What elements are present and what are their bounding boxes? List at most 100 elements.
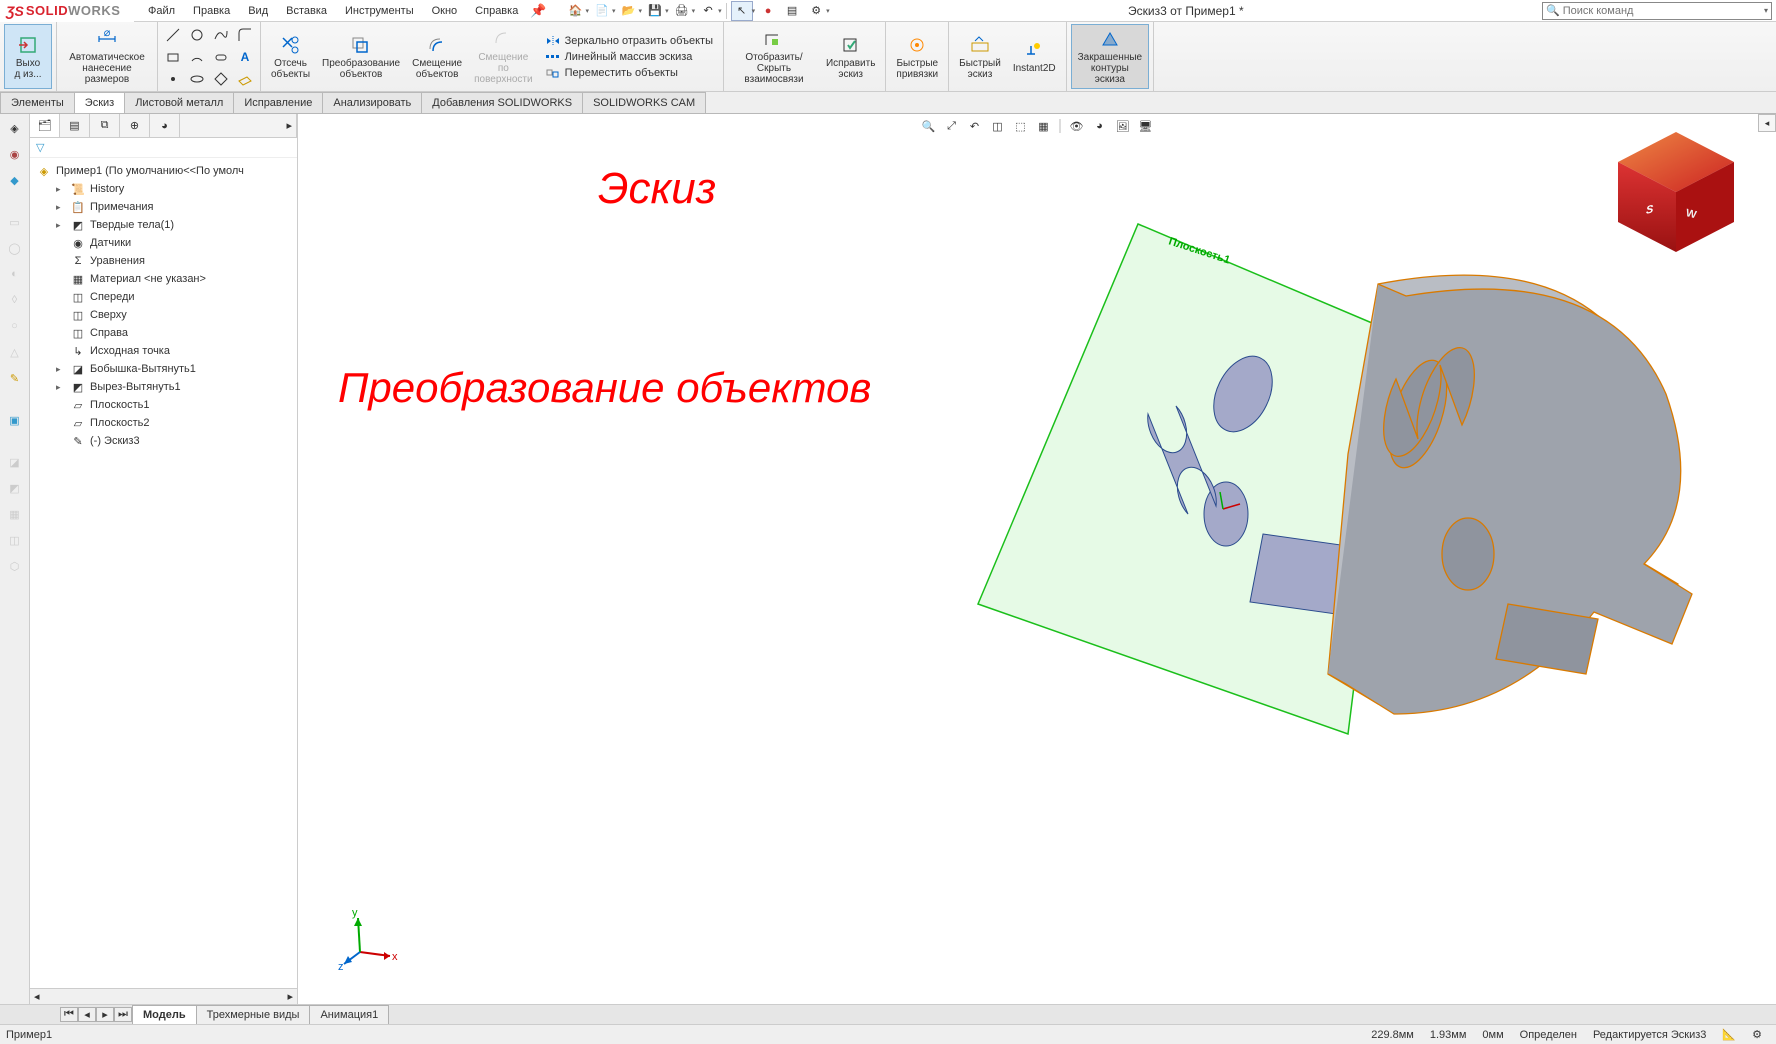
menu-edit[interactable]: Правка bbox=[185, 2, 238, 20]
home-icon[interactable]: 🏠 bbox=[565, 1, 587, 21]
rail-icon-14[interactable]: ▦ bbox=[5, 504, 25, 524]
propertytree-tab[interactable]: ▤ bbox=[60, 114, 90, 137]
view-orient-icon[interactable]: ⬚ bbox=[1011, 116, 1031, 136]
bottom-tab-model[interactable]: Модель bbox=[132, 1005, 197, 1025]
shaded-sketch-button[interactable]: Закрашенные контуры эскиза bbox=[1071, 24, 1149, 89]
linear-pattern-button[interactable]: Линейный массив эскиза bbox=[545, 51, 713, 63]
tab-sheetmetal[interactable]: Листовой металл bbox=[124, 92, 234, 113]
smart-dimension-button[interactable]: ⌀ Автоматическое нанесение размеров bbox=[61, 24, 153, 89]
polygon-tool[interactable] bbox=[210, 69, 232, 89]
search-dropdown-icon[interactable]: ▾ bbox=[1764, 6, 1768, 15]
options-icon[interactable]: ▤ bbox=[781, 1, 803, 21]
offset-entities-button[interactable]: Смещение объектов bbox=[406, 24, 468, 89]
plane-tool[interactable] bbox=[234, 69, 256, 89]
rail-icon-4[interactable]: ▭ bbox=[5, 212, 25, 232]
fillet-tool[interactable] bbox=[234, 25, 256, 45]
arc-tool[interactable] bbox=[186, 47, 208, 67]
hide-panel-icon[interactable]: ◂ bbox=[1758, 114, 1776, 132]
tree-item[interactable]: ✎(-) Эскиз3 bbox=[30, 432, 297, 450]
open-icon[interactable]: 📂 bbox=[618, 1, 640, 21]
menu-file[interactable]: Файл bbox=[140, 2, 183, 20]
tree-item[interactable]: ▱Плоскость2 bbox=[30, 414, 297, 432]
tree-item[interactable]: ▸◩Твердые тела(1) bbox=[30, 216, 297, 234]
feature-tree[interactable]: ◈ Пример1 (По умолчанию<<По умолч ▸📜Hist… bbox=[30, 158, 297, 1004]
tree-root[interactable]: ◈ Пример1 (По умолчанию<<По умолч bbox=[30, 162, 297, 180]
tree-item[interactable]: ▸◪Бобышка-Вытянуть1 bbox=[30, 360, 297, 378]
point-tool[interactable] bbox=[162, 69, 184, 89]
tree-item[interactable]: ◉Датчики bbox=[30, 234, 297, 252]
tab-nav-first[interactable]: ⏮ bbox=[60, 1007, 78, 1022]
display-tab[interactable]: ◕ bbox=[150, 114, 180, 137]
tab-sketch[interactable]: Эскиз bbox=[74, 92, 125, 113]
convert-entities-button[interactable]: Преобразование объектов bbox=[316, 24, 406, 89]
view-settings-icon[interactable]: 🖥 bbox=[1136, 116, 1156, 136]
tree-item[interactable]: ◫Сверху bbox=[30, 306, 297, 324]
section-view-icon[interactable]: ◫ bbox=[988, 116, 1008, 136]
rail-icon-7[interactable]: ◊ bbox=[5, 290, 25, 310]
tab-evaluate[interactable]: Анализировать bbox=[322, 92, 422, 113]
rail-icon-10[interactable]: ✎ bbox=[5, 368, 25, 388]
rail-icon-8[interactable]: ○ bbox=[5, 316, 25, 336]
rail-icon-12[interactable]: ◪ bbox=[5, 452, 25, 472]
menu-insert[interactable]: Вставка bbox=[278, 2, 335, 20]
exit-sketch-button[interactable]: Выхо д из... bbox=[4, 24, 52, 89]
menu-view[interactable]: Вид bbox=[240, 2, 276, 20]
slot-tool[interactable] bbox=[210, 47, 232, 67]
rect-tool[interactable] bbox=[162, 47, 184, 67]
tab-nav-prev[interactable]: ◂ bbox=[78, 1007, 96, 1022]
status-custom-icon[interactable]: ⚙ bbox=[1752, 1028, 1762, 1041]
mirror-entities-button[interactable]: Зеркально отразить объекты bbox=[545, 35, 713, 47]
tree-item[interactable]: ▸📋Примечания bbox=[30, 198, 297, 216]
tab-nav-last[interactable]: ⏭ bbox=[114, 1007, 132, 1022]
tab-cam[interactable]: SOLIDWORKS CAM bbox=[582, 92, 706, 113]
zoom-fit-icon[interactable]: 🔍 bbox=[919, 116, 939, 136]
new-icon[interactable]: 📄 bbox=[591, 1, 613, 21]
tree-item[interactable]: ◫Справа bbox=[30, 324, 297, 342]
tree-item[interactable]: ▦Материал <не указан> bbox=[30, 270, 297, 288]
spline-tool[interactable] bbox=[210, 25, 232, 45]
tree-item[interactable]: ▸📜History bbox=[30, 180, 297, 198]
undo-icon[interactable]: ↶ bbox=[697, 1, 719, 21]
tab-features[interactable]: Элементы bbox=[0, 92, 75, 113]
graphics-viewport[interactable]: ◂ 🔍 ⤢ ↶ ◫ ⬚ ▦ 👁 ◕ 🖼 🖥 Эскиз Преобразован… bbox=[298, 114, 1776, 1004]
funnel-icon[interactable]: ▽ bbox=[36, 141, 44, 154]
rail-icon-6[interactable]: ◐ bbox=[5, 264, 25, 284]
display-style-icon[interactable]: ▦ bbox=[1034, 116, 1054, 136]
more-tab[interactable]: ▸ bbox=[180, 114, 297, 137]
tree-item[interactable]: ▸◩Вырез-Вытянуть1 bbox=[30, 378, 297, 396]
quick-snaps-button[interactable]: Быстрые привязки bbox=[890, 24, 944, 89]
rail-icon-15[interactable]: ◫ bbox=[5, 530, 25, 550]
status-units-icon[interactable]: 📐 bbox=[1722, 1028, 1736, 1041]
text-tool[interactable]: A bbox=[234, 47, 256, 67]
rail-icon-9[interactable]: △ bbox=[5, 342, 25, 362]
rail-icon-16[interactable]: ⬡ bbox=[5, 556, 25, 576]
hide-show-icon[interactable]: 👁 bbox=[1067, 116, 1087, 136]
appearance-icon[interactable]: ◕ bbox=[1090, 116, 1110, 136]
dimxpert-tab[interactable]: ⊕ bbox=[120, 114, 150, 137]
menu-help[interactable]: Справка bbox=[467, 2, 526, 20]
ellipse-tool[interactable] bbox=[186, 69, 208, 89]
bottom-tab-3dviews[interactable]: Трехмерные виды bbox=[196, 1005, 311, 1025]
print-icon[interactable]: 🖨 bbox=[671, 1, 693, 21]
prev-view-icon[interactable]: ↶ bbox=[965, 116, 985, 136]
tree-item[interactable]: ΣУравнения bbox=[30, 252, 297, 270]
instant2d-button[interactable]: Instant2D bbox=[1007, 24, 1062, 89]
rail-icon-5[interactable]: ◯ bbox=[5, 238, 25, 258]
tab-repair[interactable]: Исправление bbox=[233, 92, 323, 113]
pin-icon[interactable]: 📌 bbox=[530, 3, 546, 19]
scene-icon[interactable]: 🖼 bbox=[1113, 116, 1133, 136]
tree-item[interactable]: ▱Плоскость1 bbox=[30, 396, 297, 414]
rail-icon-3[interactable]: ◆ bbox=[5, 170, 25, 190]
menu-window[interactable]: Окно bbox=[424, 2, 466, 20]
zoom-area-icon[interactable]: ⤢ bbox=[942, 116, 962, 136]
rapid-sketch-button[interactable]: Быстрый эскиз bbox=[953, 24, 1007, 89]
display-relations-button[interactable]: Отобразить/Скрыть взаимосвязи bbox=[728, 24, 820, 89]
tree-item[interactable]: ◫Спереди bbox=[30, 288, 297, 306]
trim-entities-button[interactable]: Отсечь объекты bbox=[265, 24, 316, 89]
line-tool[interactable] bbox=[162, 25, 184, 45]
circle-tool[interactable] bbox=[186, 25, 208, 45]
rail-icon-2[interactable]: ◉ bbox=[5, 144, 25, 164]
rail-icon-13[interactable]: ◩ bbox=[5, 478, 25, 498]
panel-hscroll[interactable]: ◂▸ bbox=[30, 988, 297, 1004]
view-triad[interactable]: x y z bbox=[338, 904, 408, 974]
